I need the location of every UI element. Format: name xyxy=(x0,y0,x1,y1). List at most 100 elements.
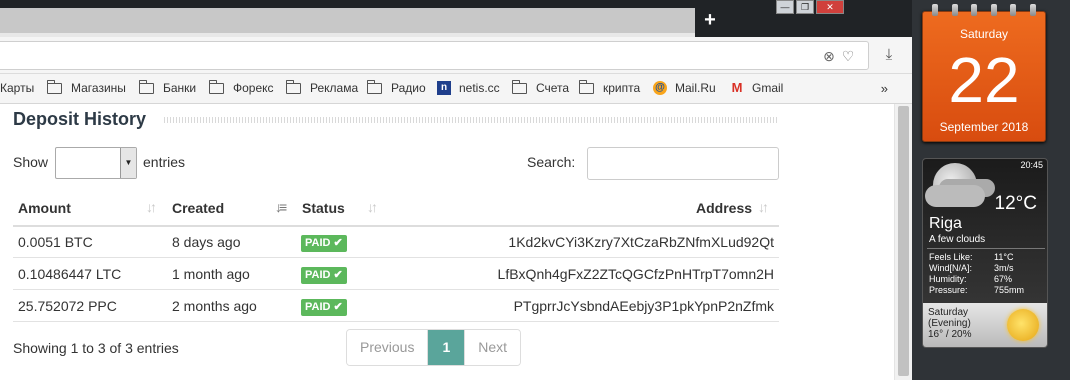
entries-label: entries xyxy=(143,154,186,170)
bookmark-banki[interactable]: Банки xyxy=(138,79,197,95)
bookmark-karty[interactable]: Карты xyxy=(0,81,34,95)
bookmark-reklama[interactable]: Реклама xyxy=(285,79,358,95)
column-header-status[interactable]: Status xyxy=(302,200,345,216)
weather-description: A few clouds xyxy=(929,234,986,245)
address-bar[interactable]: ⊗ ♡ xyxy=(0,41,869,70)
stat-value: 67% xyxy=(994,274,1013,284)
block-icon[interactable]: ⊗ xyxy=(821,48,837,64)
scroll-thumb[interactable] xyxy=(898,106,909,376)
next-page-button[interactable]: Next xyxy=(464,330,521,365)
netis-icon: n xyxy=(437,81,451,95)
status-badge: PAID ✔ xyxy=(301,235,347,252)
forecast-text: Saturday (Evening) 16° / 20% xyxy=(928,307,971,340)
weather-forecast: Saturday (Evening) 16° / 20% xyxy=(923,303,1047,347)
sort-icon[interactable]: ↓↑ xyxy=(367,199,378,215)
page-title: Deposit History xyxy=(13,109,147,129)
download-icon[interactable]: ⤓ xyxy=(880,46,898,64)
stat-value: 3m/s xyxy=(994,263,1014,273)
bookmark-label: Карты xyxy=(0,81,35,95)
status-text: PAID xyxy=(305,237,331,249)
status-text: PAID xyxy=(305,301,331,313)
bookmark-magaziny[interactable]: Магазины xyxy=(46,79,126,95)
bookmark-label: Магазины xyxy=(71,81,126,95)
created-cell: 2 months ago xyxy=(172,298,257,314)
column-header-created[interactable]: Created xyxy=(172,200,224,216)
stat-row: Wind[N/A]: 3m/s xyxy=(929,263,1014,274)
check-icon: ✔ xyxy=(333,301,343,313)
bookmark-label: Форекс xyxy=(233,81,274,95)
amount-cell: 25.752072 PPC xyxy=(18,298,117,314)
address-cell: 1Kd2kvCYi3Kzry7XtCzaRbZNfmXLud92Qt xyxy=(508,234,774,250)
page-1-button[interactable]: 1 xyxy=(427,330,465,365)
bookmark-kripta[interactable]: крипта xyxy=(578,79,640,95)
weather-gadget[interactable]: 20:45 12°C Riga A few clouds Feels Like:… xyxy=(922,158,1048,348)
bookmark-forex[interactable]: Форекс xyxy=(208,79,274,95)
bookmark-label: netis.cc xyxy=(459,81,500,95)
bookmark-mailru[interactable]: @ Mail.Ru xyxy=(653,81,716,95)
row-divider xyxy=(13,289,779,290)
stat-row: Pressure: 755mm xyxy=(929,285,1024,296)
stat-label: Pressure: xyxy=(929,285,968,295)
sun-icon xyxy=(1007,309,1039,341)
new-tab-button[interactable]: + xyxy=(700,10,720,30)
bookmark-scheta[interactable]: Счета xyxy=(511,79,569,95)
window-controls: — ❐ ✕ xyxy=(776,0,844,16)
address-cell: PTgprrJcYsbndAEebjy3P1pkYpnP2nZfmk xyxy=(513,298,774,314)
calendar-ring xyxy=(1029,4,1036,16)
sort-desc-icon[interactable]: ↓≡ xyxy=(275,199,287,215)
status-badge: PAID ✔ xyxy=(301,299,347,316)
maximize-button[interactable]: ❐ xyxy=(796,0,814,14)
folder-icon xyxy=(578,79,594,94)
weather-stats: Feels Like: 11°C Wind[N/A]: 3m/s Humidity:… xyxy=(929,252,1024,296)
column-header-address[interactable]: Address xyxy=(696,200,752,216)
status-badge: PAID ✔ xyxy=(301,267,347,284)
bookmark-netis[interactable]: n netis.cc xyxy=(437,81,500,95)
amount-cell: 0.10486447 LTC xyxy=(18,266,122,282)
weather-divider xyxy=(927,248,1045,249)
weather-city: Riga xyxy=(929,215,962,232)
search-label: Search: xyxy=(527,154,576,170)
browser-window: + — ❐ ✕ ⊗ ♡ ⤓ Карты Магазины Банки Форек… xyxy=(0,0,912,380)
minimize-button[interactable]: — xyxy=(776,0,794,14)
calendar-rings xyxy=(932,4,1036,16)
column-header-amount[interactable]: Amount xyxy=(18,200,71,216)
browser-toolbar: ⊗ ♡ ⤓ xyxy=(0,37,912,74)
stat-value: 11°C xyxy=(994,252,1014,262)
created-cell: 8 days ago xyxy=(172,234,241,250)
bookmark-gmail[interactable]: M Gmail xyxy=(730,81,784,96)
title-divider xyxy=(164,117,779,123)
bookmarks-more-button[interactable]: » xyxy=(881,81,888,96)
stat-label: Humidity: xyxy=(929,274,967,284)
folder-icon xyxy=(46,79,62,94)
mailru-icon: @ xyxy=(653,81,667,95)
address-cell: LfBxQnh4gFxZ2ZTcQGCfzPnHTrpT7omn2H xyxy=(497,266,774,282)
folder-icon xyxy=(511,79,527,94)
calendar-ring xyxy=(971,4,978,16)
bookmark-label: Радио xyxy=(391,81,426,95)
search-input[interactable] xyxy=(587,147,779,180)
calendar-month-year: September 2018 xyxy=(939,120,1029,134)
bookmark-label: Банки xyxy=(163,81,197,95)
bookmark-radio[interactable]: Радио xyxy=(366,79,426,95)
bookmark-label: Gmail xyxy=(752,81,784,95)
sort-icon[interactable]: ↓↑ xyxy=(758,199,769,215)
heart-icon[interactable]: ♡ xyxy=(840,48,856,64)
cloud-icon xyxy=(925,185,985,207)
stat-row: Humidity: 67% xyxy=(929,274,1012,285)
close-window-button[interactable]: ✕ xyxy=(816,0,844,14)
sort-icon[interactable]: ↓↑ xyxy=(146,199,157,215)
row-divider xyxy=(13,257,779,258)
tab-strip: + — ❐ ✕ xyxy=(0,0,912,37)
chevron-down-icon[interactable]: ▼ xyxy=(120,148,136,178)
stat-row: Feels Like: 11°C xyxy=(929,252,1013,263)
table-info: Showing 1 to 3 of 3 entries xyxy=(13,340,179,356)
page-size-select[interactable]: ▼ xyxy=(55,147,137,179)
stat-label: Wind[N/A]: xyxy=(929,263,973,273)
calendar-weekday: Saturday xyxy=(959,27,1009,41)
calendar-ring xyxy=(990,4,997,16)
amount-cell: 0.0051 BTC xyxy=(18,234,93,250)
previous-page-button[interactable]: Previous xyxy=(347,330,428,365)
page-scrollbar[interactable] xyxy=(894,104,912,380)
status-text: PAID xyxy=(305,269,331,281)
created-cell: 1 month ago xyxy=(172,266,250,282)
